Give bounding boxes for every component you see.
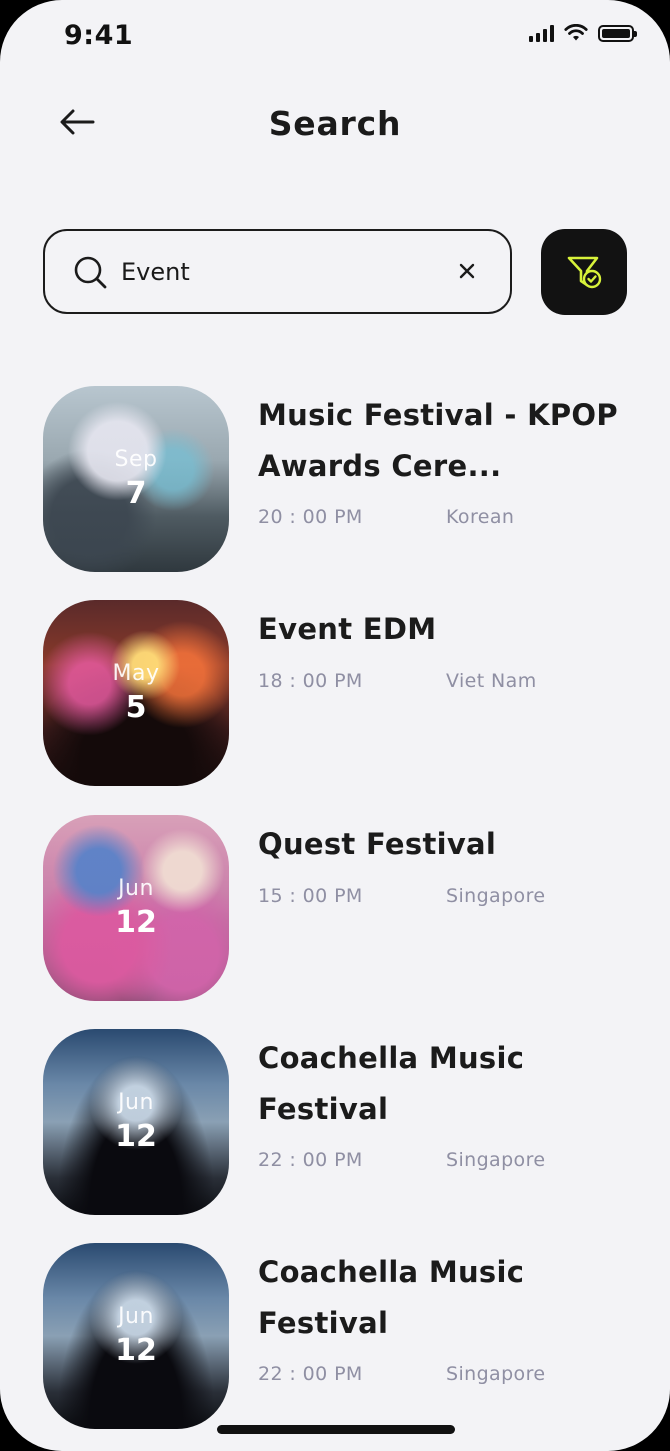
event-location: Singapore	[446, 885, 546, 907]
filter-check-icon	[567, 256, 602, 289]
event-month: May	[112, 661, 160, 686]
event-day: 12	[115, 1119, 157, 1154]
event-item[interactable]: Sep 7 Music Festival - KPOP Awards Cere.…	[43, 386, 643, 572]
event-month: Jun	[118, 876, 154, 901]
search-input[interactable]	[121, 253, 441, 291]
event-item[interactable]: Jun 12 Coachella Music Festival 22 : 00 …	[43, 1029, 643, 1215]
event-thumbnail: Jun 12	[43, 815, 229, 1001]
header: Search	[0, 90, 670, 156]
event-item[interactable]: Jun 12 Coachella Music Festival 22 : 00 …	[43, 1243, 643, 1429]
event-date: Jun 12	[43, 815, 229, 1001]
event-time: 22 : 00 PM	[258, 1149, 363, 1171]
event-thumbnail: May 5	[43, 600, 229, 786]
phone-screen: 9:41 Search Event Sep 7 Music Festival -…	[0, 0, 670, 1451]
event-title: Coachella Music Festival	[258, 1041, 525, 1126]
search-bar[interactable]	[43, 229, 512, 314]
event-day: 12	[115, 1333, 157, 1368]
event-title: Music Festival - KPOP Awards Cere...	[258, 398, 618, 483]
event-day: 7	[125, 476, 147, 511]
event-month: Jun	[118, 1304, 154, 1329]
status-bar: 9:41	[0, 0, 670, 74]
event-day: 5	[125, 690, 147, 725]
event-thumbnail: Jun 12	[43, 1243, 229, 1429]
event-date: May 5	[43, 600, 229, 786]
cellular-signal-icon	[529, 24, 554, 42]
event-time: 18 : 00 PM	[258, 670, 363, 692]
event-title: Event EDM	[258, 612, 437, 646]
event-time: 20 : 00 PM	[258, 506, 363, 528]
event-thumbnail: Jun 12	[43, 1029, 229, 1215]
event-location: Viet Nam	[446, 670, 537, 692]
event-location: Singapore	[446, 1149, 546, 1171]
event-location: Korean	[446, 506, 515, 528]
filter-button[interactable]	[541, 229, 627, 315]
home-indicator[interactable]	[217, 1425, 455, 1434]
wifi-icon	[564, 24, 588, 41]
event-title: Quest Festival	[258, 827, 497, 861]
event-day: 12	[115, 905, 157, 940]
event-month: Sep	[114, 447, 158, 472]
event-date: Sep 7	[43, 386, 229, 572]
event-time: 15 : 00 PM	[258, 885, 363, 907]
event-date: Jun 12	[43, 1029, 229, 1215]
battery-icon	[598, 24, 637, 42]
event-date: Jun 12	[43, 1243, 229, 1429]
clear-search-button[interactable]	[454, 258, 480, 284]
event-thumbnail: Sep 7	[43, 386, 229, 572]
event-item[interactable]: May 5 Event EDM 18 : 00 PM Viet Nam	[43, 600, 643, 786]
event-time: 22 : 00 PM	[258, 1363, 363, 1385]
event-month: Jun	[118, 1090, 154, 1115]
page-title: Search	[268, 104, 402, 143]
search-icon	[74, 256, 107, 289]
close-icon	[459, 263, 475, 279]
status-icons	[529, 24, 637, 42]
event-item[interactable]: Jun 12 Quest Festival 15 : 00 PM Singapo…	[43, 815, 643, 1001]
status-time: 9:41	[64, 20, 134, 51]
event-location: Singapore	[446, 1363, 546, 1385]
event-title: Coachella Music Festival	[258, 1255, 525, 1340]
